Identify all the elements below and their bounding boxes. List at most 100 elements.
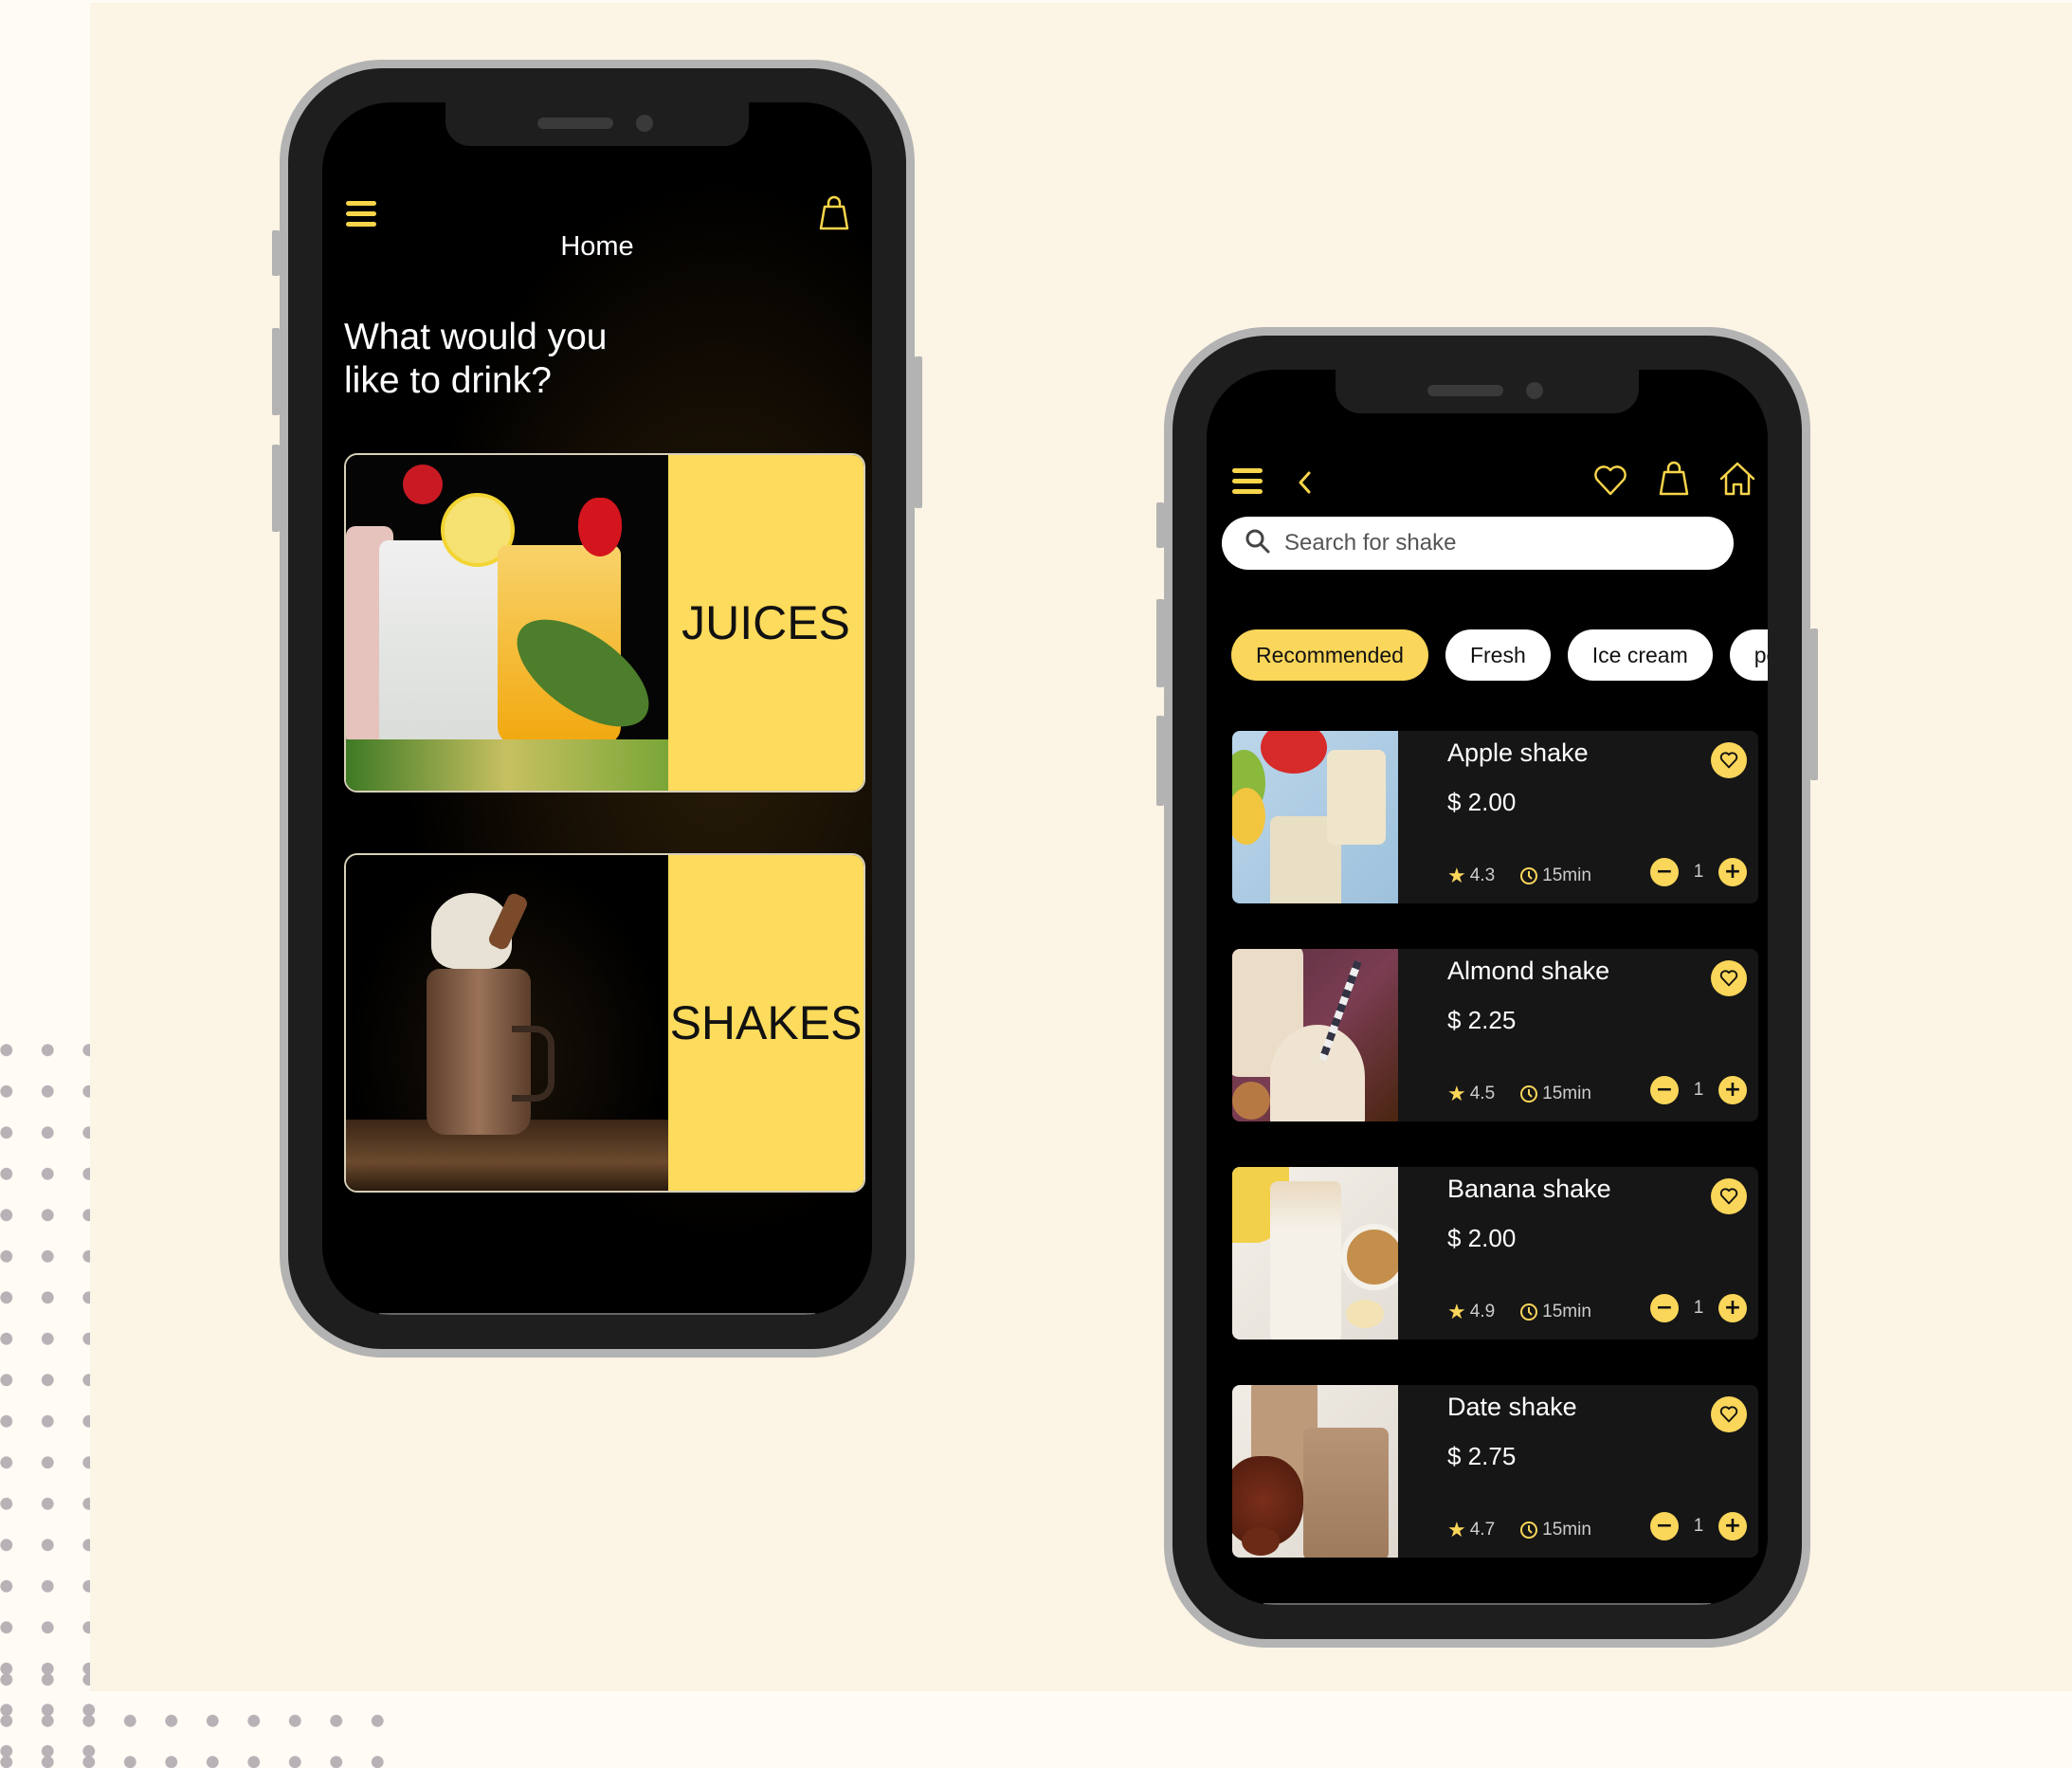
increment-button[interactable]: +	[1718, 1076, 1747, 1104]
heart-icon	[1719, 1406, 1738, 1423]
hamburger-menu-icon[interactable]	[346, 201, 376, 228]
banana-shake-photo	[1232, 1167, 1398, 1340]
category-label: JUICES	[668, 455, 863, 791]
star-icon: ★	[1447, 864, 1466, 887]
phone-notch	[1336, 370, 1639, 413]
item-prep-time: 15min	[1542, 1520, 1591, 1540]
favorite-button[interactable]	[1711, 1396, 1747, 1432]
phone-power-button	[915, 356, 922, 508]
item-prep-time: 15min	[1542, 866, 1591, 885]
item-prep-time: 15min	[1542, 1302, 1591, 1321]
clock-icon	[1520, 867, 1538, 884]
phone-power-button	[1810, 629, 1818, 780]
speaker-grille	[1427, 385, 1503, 396]
heart-icon	[1719, 970, 1738, 987]
front-camera	[636, 115, 653, 132]
list-item[interactable]: Date shake $ 2.75 ★ 4.7 15min − 1 +	[1232, 1385, 1758, 1558]
quantity-stepper: − 1 +	[1650, 1512, 1747, 1540]
increment-button[interactable]: +	[1718, 1512, 1747, 1540]
star-icon: ★	[1447, 1300, 1466, 1323]
clock-icon	[1520, 1085, 1538, 1103]
chip-fresh[interactable]: Fresh	[1445, 629, 1551, 681]
shopping-bag-icon[interactable]	[819, 195, 849, 231]
item-name: Almond shake	[1447, 957, 1610, 985]
item-prep-time: 15min	[1542, 1084, 1591, 1103]
phone-bezel: Recommended Fresh Ice cream po Apple sha…	[1172, 336, 1802, 1639]
category-label: SHAKES	[668, 855, 863, 1191]
phone-side-button	[1156, 599, 1164, 687]
item-price: $ 2.25	[1447, 1006, 1517, 1034]
item-price: $ 2.75	[1447, 1442, 1517, 1470]
chocolate-milkshake-photo	[346, 855, 668, 1191]
favorite-button[interactable]	[1711, 1178, 1747, 1214]
star-icon: ★	[1447, 1082, 1466, 1105]
item-price: $ 2.00	[1447, 788, 1517, 816]
phone-side-button	[1156, 502, 1164, 548]
list-item[interactable]: Apple shake $ 2.00 ★ 4.3 15min − 1 +	[1232, 731, 1758, 903]
hamburger-menu-icon[interactable]	[1232, 468, 1263, 495]
decrement-button[interactable]: −	[1650, 1512, 1679, 1540]
heart-icon[interactable]	[1593, 465, 1627, 497]
heart-icon	[1719, 752, 1738, 769]
phone-side-button	[272, 445, 280, 532]
phone-side-button	[272, 230, 280, 276]
headline-line: like to drink?	[344, 360, 552, 401]
phone-mockup-home: Home What would you like to drink? JUICE…	[272, 60, 922, 1358]
phone-side-button	[1156, 716, 1164, 806]
page-title: Home	[560, 231, 634, 262]
phone-bezel: Home What would you like to drink? JUICE…	[288, 68, 906, 1349]
item-name: Banana shake	[1447, 1175, 1611, 1203]
quantity-value: 1	[1693, 862, 1704, 882]
quantity-stepper: − 1 +	[1650, 1294, 1747, 1322]
item-name: Date shake	[1447, 1393, 1577, 1421]
item-rating: 4.7	[1469, 1520, 1496, 1540]
headline: What would you like to drink?	[344, 316, 723, 403]
increment-button[interactable]: +	[1718, 858, 1747, 886]
search-icon	[1245, 528, 1271, 558]
home-icon[interactable]	[1718, 461, 1756, 497]
clock-icon	[1520, 1522, 1538, 1539]
screen-bottom-edge	[379, 1313, 815, 1315]
home-screen: Home What would you like to drink? JUICE…	[322, 102, 872, 1315]
chip-partial[interactable]: po	[1729, 629, 1768, 681]
chevron-left-icon[interactable]	[1296, 468, 1315, 497]
decrement-button[interactable]: −	[1650, 1076, 1679, 1104]
juice-jars-photo	[346, 455, 668, 791]
list-item[interactable]: Almond shake $ 2.25 ★ 4.5 15min − 1 +	[1232, 949, 1758, 1121]
item-name: Apple shake	[1447, 738, 1589, 767]
clock-icon	[1520, 1303, 1538, 1321]
apple-shake-photo	[1232, 731, 1398, 903]
quantity-stepper: − 1 +	[1650, 1076, 1747, 1104]
front-camera	[1526, 382, 1543, 399]
increment-button[interactable]: +	[1718, 1294, 1747, 1322]
search-input[interactable]	[1284, 530, 1682, 556]
category-card-juices[interactable]: JUICES	[344, 453, 865, 793]
favorite-button[interactable]	[1711, 742, 1747, 778]
headline-line: What would you	[344, 317, 608, 357]
quantity-value: 1	[1693, 1080, 1704, 1100]
item-rating: 4.3	[1469, 866, 1496, 885]
search-bar[interactable]	[1222, 517, 1734, 570]
quantity-value: 1	[1693, 1298, 1704, 1318]
phone-mockup-shakes-list: Recommended Fresh Ice cream po Apple sha…	[1156, 327, 1818, 1648]
quantity-value: 1	[1693, 1516, 1704, 1536]
decrement-button[interactable]: −	[1650, 858, 1679, 886]
chip-ice-cream[interactable]: Ice cream	[1567, 629, 1713, 681]
chip-recommended[interactable]: Recommended	[1231, 629, 1428, 681]
date-shake-photo	[1232, 1385, 1398, 1558]
quantity-stepper: − 1 +	[1650, 858, 1747, 886]
phone-side-button	[272, 328, 280, 415]
list-item[interactable]: Banana shake $ 2.00 ★ 4.9 15min − 1 +	[1232, 1167, 1758, 1340]
category-card-shakes[interactable]: SHAKES	[344, 853, 865, 1193]
favorite-button[interactable]	[1711, 960, 1747, 996]
shakes-list-screen: Recommended Fresh Ice cream po Apple sha…	[1207, 370, 1768, 1605]
speaker-grille	[537, 118, 613, 129]
item-rating: 4.5	[1469, 1084, 1496, 1103]
item-rating: 4.9	[1469, 1302, 1496, 1321]
almond-shake-photo	[1232, 949, 1398, 1121]
shopping-bag-icon[interactable]	[1659, 461, 1689, 497]
phone-notch	[445, 102, 749, 146]
category-chips: Recommended Fresh Ice cream po	[1231, 629, 1768, 681]
heart-icon	[1719, 1188, 1738, 1205]
decrement-button[interactable]: −	[1650, 1294, 1679, 1322]
